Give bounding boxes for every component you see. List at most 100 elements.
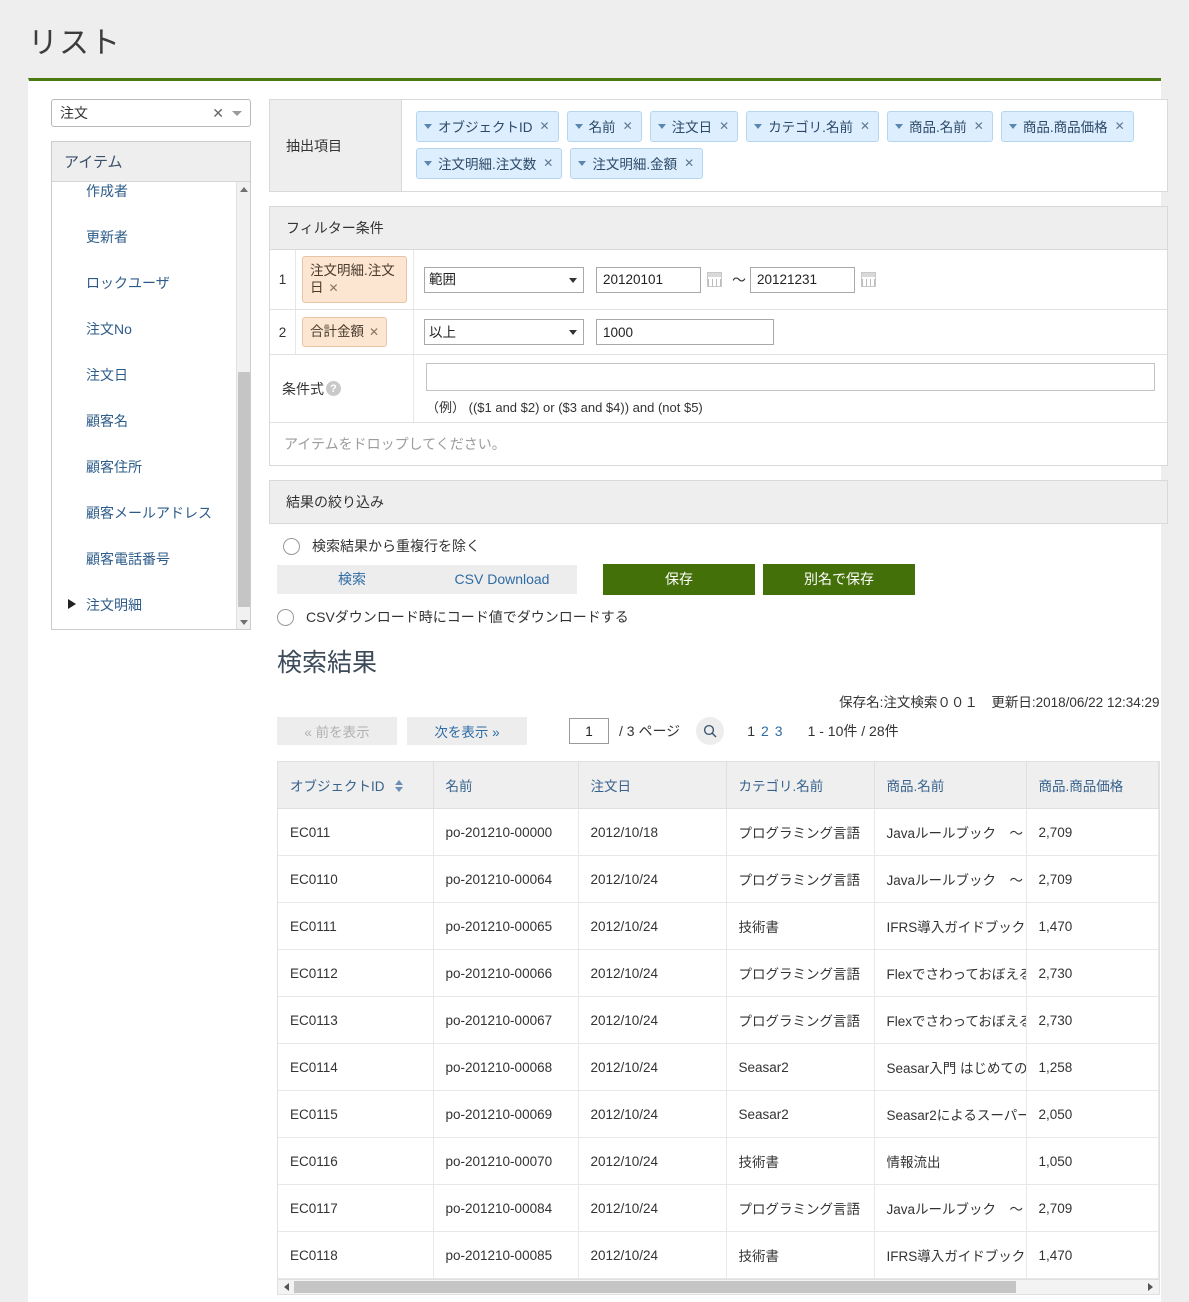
sidebar-item[interactable]: 合計金額 [52, 628, 236, 629]
column-header[interactable]: カテゴリ.名前 [726, 762, 875, 809]
column-header[interactable]: オブジェクトID [278, 762, 434, 809]
column-header[interactable]: 商品.商品価格 [1026, 762, 1159, 809]
sidebar-item[interactable]: 顧客住所 [52, 444, 236, 490]
sidebar-item[interactable]: 注文明細 [52, 582, 236, 628]
page-number-input-top[interactable] [569, 718, 609, 744]
remove-x-icon[interactable]: ✕ [369, 325, 379, 339]
chevron-down-icon[interactable] [424, 160, 432, 166]
results-table-wrapper: オブジェクトID 名前 注文日 カテゴリ.名前 商品.名前 商品.商品価格 EC011 po… [277, 761, 1160, 1279]
code-value-radio-row[interactable]: CSVダウンロード時にコード値でダウンロードする [269, 599, 1168, 631]
remove-x-icon[interactable]: ✕ [684, 156, 694, 170]
extract-item-chip[interactable]: オブジェクトID ✕ [416, 111, 559, 142]
next-page-button-top[interactable]: 次を表示 » [407, 717, 527, 745]
item-drop-zone[interactable]: アイテムをドロップしてください。 [270, 423, 1167, 465]
column-header[interactable]: 名前 [433, 762, 579, 809]
remove-x-icon[interactable]: ✕ [329, 281, 339, 295]
chevron-down-icon[interactable] [232, 110, 242, 116]
record-count-top: 1 - 10件 / 28件 [807, 723, 899, 739]
expression-row: 条件式 ? （例） (($1 and $2) or ($3 and $4)) a… [270, 355, 1167, 423]
page-link[interactable]: 3 [775, 723, 783, 739]
cell-order-date: 2012/10/24 [578, 1043, 727, 1091]
extract-item-chip[interactable]: カテゴリ.名前 ✕ [746, 111, 880, 142]
table-row[interactable]: EC0115 po-201210-00069 2012/10/24 Seasar2 Se… [278, 1090, 1159, 1138]
condition-operator-select[interactable]: 以上以下範囲等しい [424, 319, 584, 345]
magnifier-icon[interactable] [696, 717, 725, 745]
sidebar-item[interactable]: 顧客電話番号 [52, 536, 236, 582]
code-value-radio[interactable] [277, 608, 294, 626]
chevron-down-icon[interactable] [424, 123, 432, 129]
remove-x-icon[interactable]: ✕ [1115, 119, 1125, 133]
table-row[interactable]: EC0116 po-201210-00070 2012/10/24 技術書 情報流出 1,… [278, 1137, 1159, 1185]
table-row[interactable]: EC0114 po-201210-00068 2012/10/24 Seasar2 Se… [278, 1043, 1159, 1091]
calendar-icon[interactable] [861, 272, 876, 287]
expression-input[interactable] [426, 363, 1155, 391]
results-horizontal-scrollbar[interactable] [277, 1279, 1160, 1295]
item-tree-scroll-area[interactable]: 作成者 更新者 ロックユーザ 注文No 注文日顧客名顧客住所 顧客メールアドレス 顧客電話番… [52, 182, 250, 629]
condition-value-1-input[interactable] [596, 319, 774, 345]
dedupe-radio-row[interactable]: 検索結果から重複行を除く [269, 524, 1168, 560]
sidebar-item[interactable]: 顧客メールアドレス [52, 490, 236, 536]
column-header[interactable]: 商品.名前 [874, 762, 1027, 809]
table-row[interactable]: EC0113 po-201210-00067 2012/10/24 プログラミング言語… [278, 996, 1159, 1044]
extract-item-chip[interactable]: 商品.商品価格 ✕ [1000, 111, 1134, 142]
scrollbar-thumb[interactable] [238, 372, 250, 607]
extract-item-chip[interactable]: 注文明細.金額 ✕ [570, 148, 704, 179]
page-link[interactable]: 1 [747, 723, 755, 739]
chevron-down-icon[interactable] [1008, 123, 1017, 129]
sidebar-item[interactable]: 注文No [52, 306, 236, 352]
chevron-down-icon[interactable] [895, 123, 904, 129]
chevron-down-icon[interactable] [574, 123, 583, 129]
table-row[interactable]: EC0110 po-201210-00064 2012/10/24 プログラミング言語… [278, 855, 1159, 903]
search-button[interactable]: 検索 [277, 565, 427, 594]
csv-download-button[interactable]: CSV Download [427, 565, 577, 594]
table-row[interactable]: EC011 po-201210-00000 2012/10/18 プログラミング言語 J… [278, 808, 1159, 856]
remove-x-icon[interactable]: ✕ [540, 119, 550, 133]
page-link[interactable]: 2 [761, 723, 769, 739]
table-row[interactable]: EC0111 po-201210-00065 2012/10/24 技術書 IFRS導入… [278, 902, 1159, 950]
save-as-button[interactable]: 別名で保存 [763, 564, 915, 595]
remove-x-icon[interactable]: ✕ [974, 119, 984, 133]
table-row[interactable]: EC0112 po-201210-00066 2012/10/24 プログラミング言語… [278, 949, 1159, 997]
remove-x-icon[interactable]: ✕ [860, 119, 870, 133]
table-row[interactable]: EC0118 po-201210-00085 2012/10/24 技術書 IFRS導入… [278, 1231, 1159, 1279]
prev-page-button-top[interactable]: « 前を表示 [277, 717, 397, 745]
sidebar-item[interactable]: ロックユーザ [52, 260, 236, 306]
remove-x-icon[interactable]: ✕ [543, 156, 553, 170]
condition-field-chip[interactable]: 合計金額 ✕ [302, 317, 388, 347]
calendar-icon[interactable] [707, 272, 722, 287]
save-button[interactable]: 保存 [603, 564, 755, 595]
column-header[interactable]: 注文日 [578, 762, 727, 809]
chevron-down-icon[interactable] [657, 123, 666, 129]
sort-updown-icon[interactable] [394, 780, 403, 792]
item-tree-vertical-scrollbar[interactable] [236, 182, 250, 629]
chevron-down-icon[interactable] [578, 160, 587, 166]
entity-select[interactable]: 注文 ✕ [51, 99, 251, 127]
sidebar-item[interactable]: 顧客名 [52, 398, 236, 444]
condition-value-1-input[interactable] [596, 266, 701, 293]
condition-field-chip[interactable]: 注文明細.注文日 ✕ [302, 256, 407, 303]
extract-item-chip[interactable]: 注文明細.注文数 ✕ [416, 148, 563, 179]
extract-item-chip[interactable]: 名前 ✕ [566, 111, 642, 142]
help-question-icon[interactable]: ? [326, 381, 341, 396]
expand-triangle-icon[interactable] [68, 599, 76, 609]
remove-x-icon[interactable]: ✕ [623, 119, 633, 133]
dedupe-radio[interactable] [283, 537, 300, 555]
sidebar-item[interactable]: 注文日 [52, 352, 236, 398]
condition-operator-select[interactable]: 範囲以上以下等しい [424, 266, 584, 293]
sidebar-item-label: 注文明細 [86, 597, 142, 613]
condition-value-2-input[interactable] [750, 266, 855, 293]
extract-item-chip[interactable]: 商品.名前 ✕ [887, 111, 993, 142]
table-row[interactable]: EC0117 po-201210-00084 2012/10/24 プログラミング言語… [278, 1184, 1159, 1232]
sidebar-item[interactable]: 更新者 [52, 214, 236, 260]
scroll-down-arrow-icon[interactable] [237, 615, 250, 629]
scroll-up-arrow-icon[interactable] [237, 182, 250, 196]
chevron-down-icon[interactable] [754, 123, 763, 129]
sidebar-item[interactable]: 作成者 [52, 182, 236, 214]
extract-item-chip[interactable]: 注文日 ✕ [649, 111, 739, 142]
scroll-right-arrow-icon[interactable] [1144, 1280, 1158, 1294]
clear-x-icon[interactable]: ✕ [212, 105, 224, 122]
sidebar-item-label: 顧客名 [86, 413, 128, 429]
horizontal-scrollbar-thumb[interactable] [294, 1281, 1016, 1293]
scroll-left-arrow-icon[interactable] [279, 1280, 293, 1294]
remove-x-icon[interactable]: ✕ [719, 119, 729, 133]
